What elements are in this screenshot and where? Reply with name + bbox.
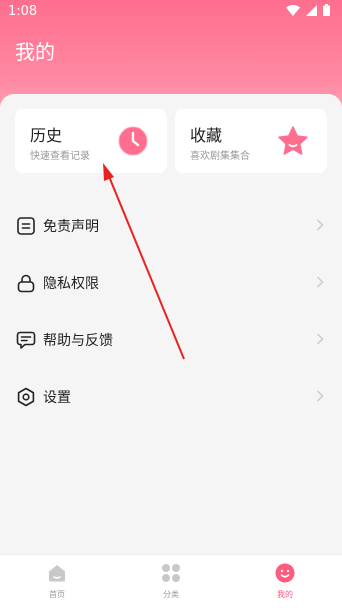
favorites-card[interactable]: 收藏 喜欢剧集集合 <box>175 109 327 173</box>
menu-label-privacy: 隐私权限 <box>43 276 99 292</box>
menu-label-disclaimer: 免责声明 <box>43 219 99 235</box>
nav-label-home: 首页 <box>49 590 65 599</box>
status-bar: 1:08 <box>0 0 342 24</box>
favorites-subtitle: 喜欢剧集集合 <box>190 151 250 162</box>
favorites-title: 收藏 <box>190 126 223 145</box>
home-icon <box>49 565 65 582</box>
menu-item-settings[interactable]: 设置 <box>0 368 342 425</box>
history-title: 历史 <box>30 126 63 145</box>
signal-icon <box>306 4 317 16</box>
nav-tab-home[interactable]: 首页 <box>27 563 87 600</box>
grid-icon <box>162 564 180 582</box>
menu-item-disclaimer[interactable]: 免责声明 <box>0 197 342 254</box>
chevron-right-icon <box>316 219 324 231</box>
menu-item-privacy[interactable]: 隐私权限 <box>0 254 342 311</box>
chevron-right-icon <box>316 333 324 345</box>
settings-icon <box>17 387 35 407</box>
nav-label-mine: 我的 <box>277 590 293 599</box>
status-time: 1:08 <box>8 4 38 19</box>
menu-label-help: 帮助与反馈 <box>43 333 113 349</box>
clock-icon <box>118 126 148 156</box>
main-content: 历史 快速查看记录 收藏 喜欢剧集集合 免责声明 隐私权限 帮助与反馈 设置 <box>0 94 342 554</box>
chevron-right-icon <box>316 390 324 402</box>
settings-menu: 免责声明 隐私权限 帮助与反馈 设置 <box>0 197 342 425</box>
chat-icon <box>16 331 36 349</box>
menu-item-help[interactable]: 帮助与反馈 <box>0 311 342 368</box>
lock-icon <box>17 274 35 293</box>
menu-label-settings: 设置 <box>43 390 71 406</box>
battery-icon <box>323 4 330 16</box>
history-subtitle: 快速查看记录 <box>30 151 90 162</box>
history-card[interactable]: 历史 快速查看记录 <box>15 109 167 173</box>
document-icon <box>17 217 35 235</box>
bottom-navigation: 首页 分类 我的 <box>0 554 342 608</box>
star-icon <box>278 126 308 155</box>
page-title: 我的 <box>15 40 55 64</box>
status-icons <box>286 4 330 16</box>
wifi-icon <box>286 4 300 16</box>
nav-tab-category[interactable]: 分类 <box>141 563 201 600</box>
nav-tab-mine[interactable]: 我的 <box>255 563 315 600</box>
nav-label-category: 分类 <box>163 590 179 599</box>
face-icon <box>275 563 295 583</box>
chevron-right-icon <box>316 276 324 288</box>
